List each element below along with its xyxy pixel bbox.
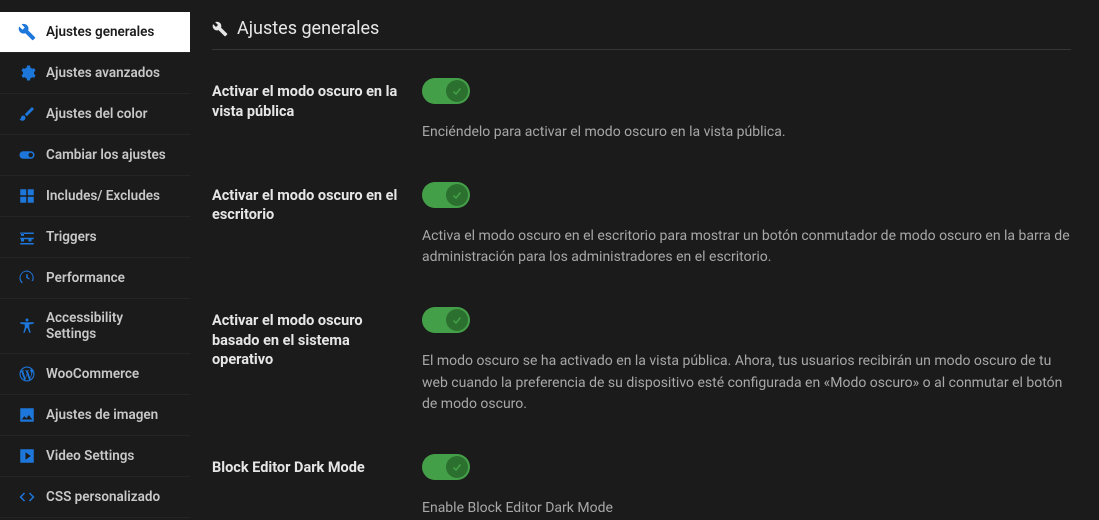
toggle-knob <box>446 309 468 331</box>
sidebar-item-advanced[interactable]: Ajustes avanzados <box>0 53 190 94</box>
sliders-icon <box>18 228 36 246</box>
code-icon <box>18 488 36 506</box>
main-content: Ajustes generales Activar el modo oscuro… <box>190 0 1099 504</box>
wordpress-icon <box>18 365 36 383</box>
setting-body: El modo oscuro se ha activado en la vist… <box>422 307 1071 416</box>
toggle-icon <box>18 146 36 164</box>
setting-description: Enable Block Editor Dark Mode <box>422 498 1071 520</box>
accessibility-icon <box>18 317 36 335</box>
toggle-block-editor-dark-mode[interactable] <box>422 454 470 480</box>
setting-description: Activa el modo oscuro en el escritorio p… <box>422 226 1071 269</box>
setting-body: Enciéndelo para activar el modo oscuro e… <box>422 78 1071 144</box>
sidebar-item-includes[interactable]: Includes/ Excludes <box>0 176 190 217</box>
sidebar-item-label: Includes/ Excludes <box>46 188 160 204</box>
toggle-knob <box>446 184 468 206</box>
check-icon <box>451 189 463 201</box>
setting-row: Activar el modo oscuro en la vista públi… <box>212 78 1071 144</box>
setting-label: Activar el modo oscuro en el escritorio <box>212 182 422 225</box>
sidebar-item-label: CSS personalizado <box>46 489 160 505</box>
sidebar-item-performance[interactable]: Performance <box>0 258 190 299</box>
setting-row: Block Editor Dark Mode Enable Block Edit… <box>212 454 1071 520</box>
sidebar-item-label: Performance <box>46 270 125 286</box>
check-icon <box>451 461 463 473</box>
sidebar-item-general[interactable]: Ajustes generales <box>0 12 190 53</box>
toggle-knob <box>446 80 468 102</box>
setting-description: Enciéndelo para activar el modo oscuro e… <box>422 122 1071 144</box>
setting-label: Activar el modo oscuro basado en el sist… <box>212 307 422 370</box>
sidebar-item-video[interactable]: Video Settings <box>0 436 190 477</box>
sidebar-item-label: Triggers <box>46 229 97 245</box>
page-header: Ajustes generales <box>212 18 1071 50</box>
setting-label: Block Editor Dark Mode <box>212 454 422 478</box>
sidebar-item-label: Video Settings <box>46 448 134 464</box>
sidebar-item-label: Accessibility Settings <box>46 310 176 342</box>
setting-row: Activar el modo oscuro en el escritorio … <box>212 182 1071 269</box>
image-icon <box>18 406 36 424</box>
sidebar-item-triggers[interactable]: Triggers <box>0 217 190 258</box>
toggle-admin-dark-mode[interactable] <box>422 182 470 208</box>
setting-body: Enable Block Editor Dark Mode <box>422 454 1071 520</box>
setting-row: Activar el modo oscuro basado en el sist… <box>212 307 1071 416</box>
sidebar-item-accessibility[interactable]: Accessibility Settings <box>0 299 190 354</box>
wrench-icon <box>212 21 228 37</box>
setting-description: El modo oscuro se ha activado en la vist… <box>422 351 1071 416</box>
toggle-os-dark-mode[interactable] <box>422 307 470 333</box>
check-icon <box>451 85 463 97</box>
video-icon <box>18 447 36 465</box>
sidebar-item-label: Ajustes de imagen <box>46 407 158 423</box>
check-icon <box>451 314 463 326</box>
sidebar-item-image[interactable]: Ajustes de imagen <box>0 395 190 436</box>
sidebar-item-color[interactable]: Ajustes del color <box>0 94 190 135</box>
sidebar-item-label: Cambiar los ajustes <box>46 147 166 163</box>
sidebar-item-css[interactable]: CSS personalizado <box>0 477 190 518</box>
brush-icon <box>18 105 36 123</box>
setting-label: Activar el modo oscuro en la vista públi… <box>212 78 422 121</box>
sidebar-item-switch[interactable]: Cambiar los ajustes <box>0 135 190 176</box>
gauge-icon <box>18 269 36 287</box>
setting-body: Activa el modo oscuro en el escritorio p… <box>422 182 1071 269</box>
grid-icon <box>18 187 36 205</box>
wrench-icon <box>18 23 36 41</box>
toggle-public-dark-mode[interactable] <box>422 78 470 104</box>
sidebar-item-label: Ajustes generales <box>46 24 154 40</box>
gear-icon <box>18 64 36 82</box>
sidebar-item-label: Ajustes del color <box>46 106 147 122</box>
sidebar-item-label: WooCommerce <box>46 366 139 382</box>
page-title: Ajustes generales <box>237 18 379 39</box>
toggle-knob <box>446 456 468 478</box>
sidebar-item-label: Ajustes avanzados <box>46 65 160 81</box>
sidebar-item-woocommerce[interactable]: WooCommerce <box>0 354 190 395</box>
sidebar: Ajustes generales Ajustes avanzados Ajus… <box>0 0 190 504</box>
